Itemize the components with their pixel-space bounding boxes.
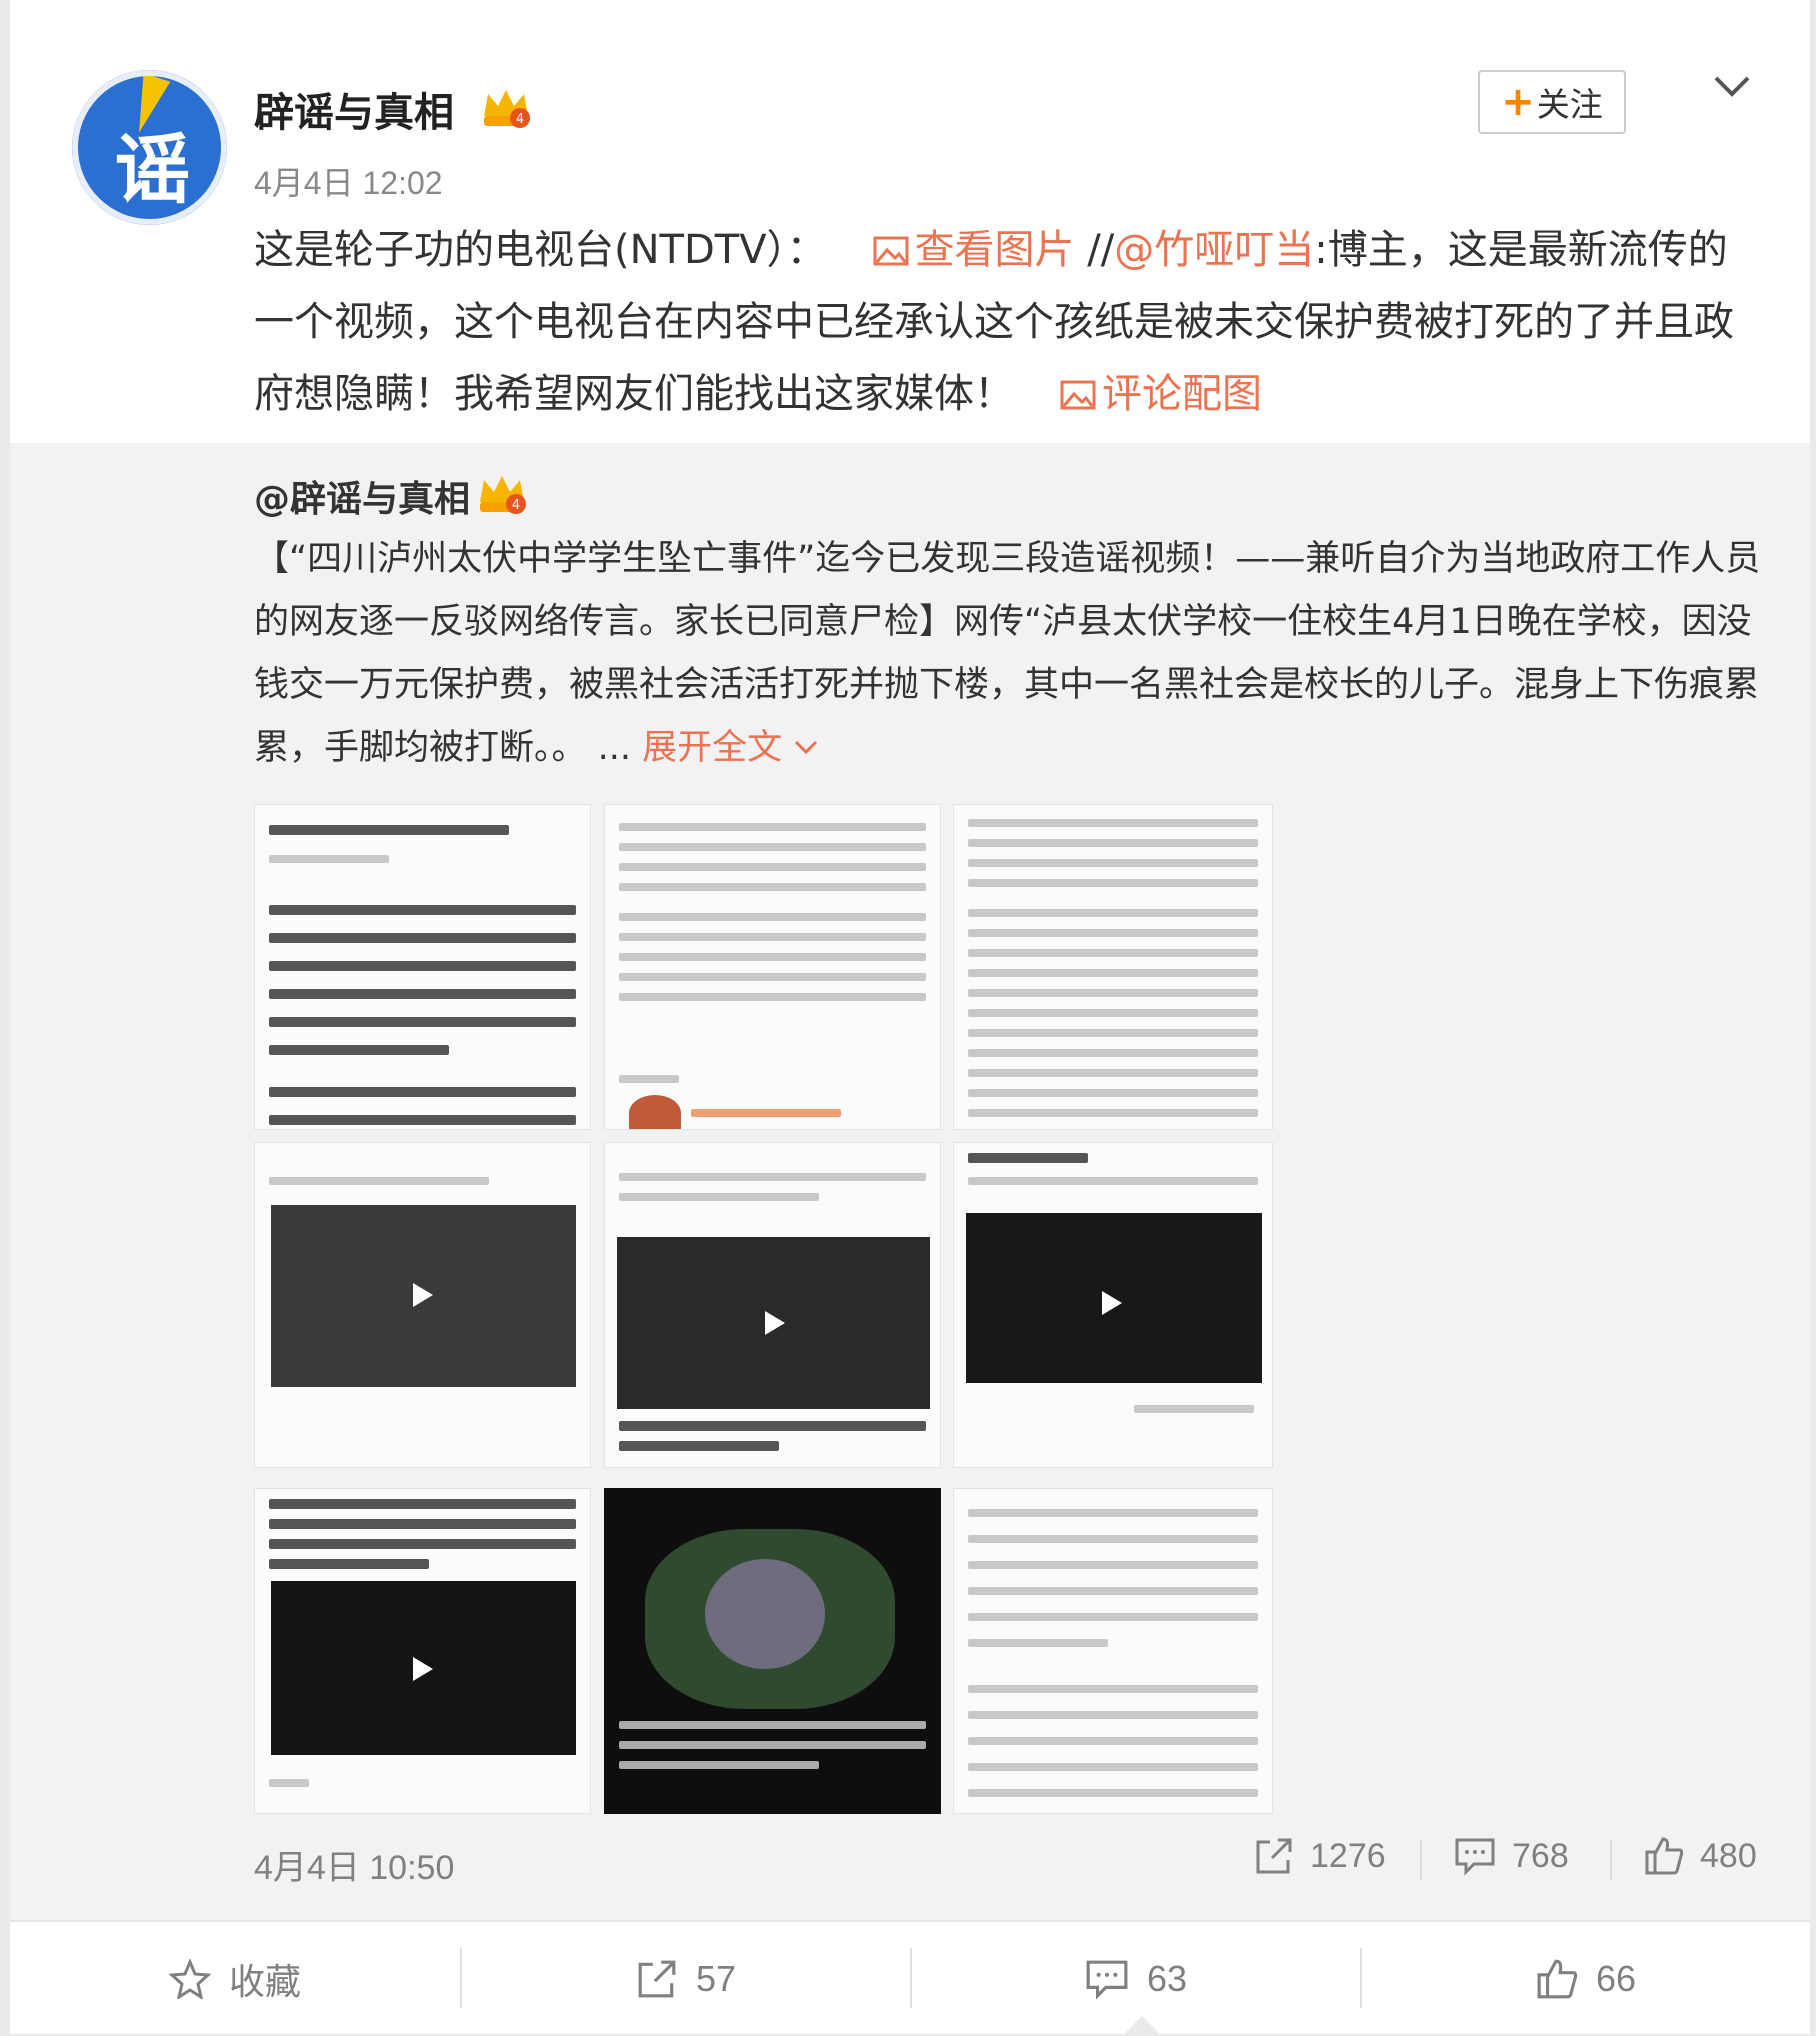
- comment-icon: [1086, 1960, 1128, 2000]
- image-icon: [1060, 380, 1096, 410]
- post-text: 这是轮子功的电视台(NTDTV）： 查看图片 //@竹哑叮当:博主，这是最新流传的…: [254, 214, 1754, 430]
- video-thumbnail[interactable]: [604, 1142, 941, 1468]
- repost-author[interactable]: @辟谣与真相: [254, 470, 470, 522]
- view-image-link[interactable]: 查看图片: [915, 227, 1075, 273]
- play-icon: [1102, 1291, 1122, 1315]
- image-icon: [873, 236, 909, 266]
- image-thumbnail[interactable]: [254, 804, 591, 1130]
- video-thumbnail[interactable]: [254, 1488, 591, 1814]
- divider: [1420, 1840, 1422, 1880]
- author-avatar[interactable]: 谣: [72, 70, 227, 225]
- image-thumbnail[interactable]: [953, 1488, 1273, 1814]
- chevron-down-icon[interactable]: [1712, 66, 1752, 106]
- author-name[interactable]: 辟谣与真相: [254, 80, 454, 138]
- post-time[interactable]: 4月4日 12:02: [254, 158, 443, 204]
- thumbs-up-icon: [1537, 1959, 1578, 1999]
- weibo-card: 谣 辟谣与真相 4 4月4日 12:02 + 关注 这是轮子功的电视台(NTDT…: [10, 0, 1810, 2034]
- repost-share-count[interactable]: 1276: [1254, 1836, 1386, 1876]
- repost-comment-count[interactable]: 768: [1454, 1836, 1569, 1876]
- share-button[interactable]: 57: [462, 1922, 910, 2036]
- comment-image-link[interactable]: 评论配图: [1102, 371, 1262, 417]
- expand-link[interactable]: 展开全文: [642, 728, 782, 768]
- vip-crown-icon: 4: [480, 476, 526, 514]
- play-icon: [413, 1283, 433, 1307]
- repost-body: 【“四川泸州太伏中学学生坠亡事件”迄今已发现三段造谣视频！——兼听自介为当地政府…: [254, 539, 1761, 768]
- repost-time[interactable]: 4月4日 10:50: [254, 1840, 454, 1889]
- favorite-button[interactable]: 收藏: [10, 1922, 460, 2036]
- image-thumbnail[interactable]: [604, 1488, 941, 1814]
- plus-icon: +: [1501, 79, 1535, 125]
- video-thumbnail[interactable]: [254, 1142, 591, 1468]
- follow-button[interactable]: + 关注: [1478, 70, 1626, 134]
- play-icon: [765, 1311, 785, 1335]
- image-thumbnail[interactable]: [953, 804, 1273, 1130]
- share-icon: [1256, 1838, 1292, 1874]
- post-text-before: 这是轮子功的电视台(NTDTV）：: [254, 227, 827, 273]
- comment-icon: [1455, 1838, 1495, 1876]
- divider: [1610, 1840, 1612, 1880]
- mention-link[interactable]: @竹哑叮当: [1114, 227, 1314, 273]
- image-thumbnail[interactable]: [604, 804, 941, 1130]
- like-button[interactable]: 66: [1362, 1922, 1810, 2036]
- follow-label: 关注: [1536, 85, 1603, 124]
- svg-text:4: 4: [512, 498, 520, 513]
- play-icon: [413, 1657, 433, 1681]
- active-tab-caret: [1124, 2016, 1160, 2034]
- star-icon: [168, 1959, 211, 1999]
- mention-prefix: //: [1074, 227, 1115, 273]
- repost-like-count[interactable]: 480: [1644, 1836, 1757, 1876]
- vip-crown-icon: 4: [484, 90, 530, 128]
- action-bar: 收藏 57 63 66: [10, 1920, 1810, 2034]
- repost-text: 【“四川泸州太伏中学学生坠亡事件”迄今已发现三段造谣视频！——兼听自介为当地政府…: [254, 528, 1774, 780]
- share-icon: [638, 1960, 676, 1998]
- video-thumbnail[interactable]: [953, 1142, 1273, 1468]
- svg-text:4: 4: [516, 112, 524, 127]
- thumbs-up-icon: [1645, 1837, 1684, 1875]
- chevron-down-icon[interactable]: [793, 737, 819, 757]
